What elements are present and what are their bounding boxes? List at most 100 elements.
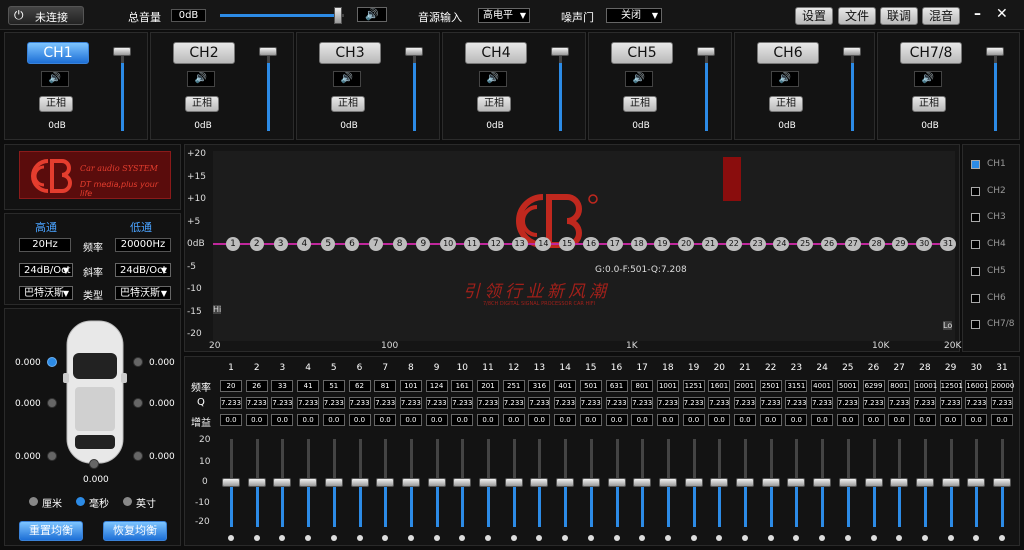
- eq-band-freq-field[interactable]: 401: [554, 380, 577, 392]
- eq-band-freq-field[interactable]: 16001: [965, 380, 989, 392]
- eq-band-gain-field[interactable]: 0.0: [862, 414, 885, 426]
- eq-node[interactable]: 26: [821, 237, 837, 251]
- eq-band-q-field[interactable]: 7.233: [836, 397, 859, 409]
- highpass-freq-field[interactable]: 20Hz: [19, 238, 71, 252]
- eq-band-slider-knob[interactable]: [710, 478, 729, 487]
- channel-select-button[interactable]: CH7/8: [900, 42, 962, 64]
- channel-phase-button[interactable]: 正相: [331, 96, 365, 112]
- channel-level-knob[interactable]: [986, 47, 1004, 56]
- channel-level-track[interactable]: [705, 51, 708, 131]
- speaker-dot-mid-left[interactable]: [47, 398, 57, 408]
- speaker-dot-sub[interactable]: [89, 459, 99, 469]
- eq-band-slider-knob[interactable]: [350, 478, 369, 487]
- eq-band-dot[interactable]: [536, 535, 543, 541]
- channel-mute-button[interactable]: 🔊: [187, 71, 215, 87]
- eq-band-slider-knob[interactable]: [658, 478, 677, 487]
- eq-band-slider-knob[interactable]: [736, 478, 754, 487]
- eq-band-q-field[interactable]: 7.233: [759, 397, 782, 409]
- source-select[interactable]: 高电平 ▼: [478, 8, 530, 23]
- eq-band-freq-field[interactable]: 12501: [939, 380, 963, 392]
- eq-band-gain-field[interactable]: 0.0: [888, 414, 911, 426]
- eq-band-slider-knob[interactable]: [890, 478, 909, 487]
- eq-band-freq-field[interactable]: 26: [245, 380, 268, 392]
- eq-band-gain-field[interactable]: 0.0: [554, 414, 577, 426]
- channel-mute-button[interactable]: 🔊: [914, 71, 942, 87]
- lowpass-slope-select[interactable]: 24dB/Oct ▼: [115, 263, 171, 277]
- eq-band-freq-field[interactable]: 20000: [991, 380, 1014, 392]
- eq-band-freq-field[interactable]: 501: [579, 380, 602, 392]
- eq-node[interactable]: 12: [487, 237, 504, 251]
- eq-band-freq-field[interactable]: 62: [348, 380, 371, 392]
- eq-band-q-field[interactable]: 7.233: [862, 397, 885, 409]
- close-button[interactable]: ✕: [996, 6, 1008, 22]
- eq-node[interactable]: 7: [368, 237, 383, 251]
- eq-band-gain-field[interactable]: 0.0: [425, 414, 448, 426]
- eq-band-slider-knob[interactable]: [299, 478, 318, 487]
- channel-mute-button[interactable]: 🔊: [479, 71, 507, 87]
- speaker-dot-rear-left[interactable]: [47, 451, 57, 461]
- channel-mute-button[interactable]: 🔊: [771, 71, 799, 87]
- channel-level-knob[interactable]: [405, 47, 423, 56]
- eq-band-gain-field[interactable]: 0.0: [220, 414, 242, 426]
- channel-mute-button[interactable]: 🔊: [333, 71, 361, 87]
- unit-cm-radio[interactable]: [29, 497, 38, 506]
- eq-band-freq-field[interactable]: 251: [502, 380, 525, 392]
- eq-band-dot[interactable]: [407, 535, 414, 541]
- highpass-type-select[interactable]: 巴特沃斯 ▼: [19, 286, 73, 300]
- eq-band-dot[interactable]: [819, 535, 826, 541]
- channel-select-button[interactable]: CH1: [27, 42, 89, 64]
- eq-band-dot[interactable]: [973, 535, 980, 541]
- eq-band-gain-field[interactable]: 0.0: [399, 414, 422, 426]
- eq-band-slider-knob[interactable]: [941, 478, 960, 487]
- eq-band-q-field[interactable]: 7.233: [425, 397, 448, 409]
- eq-band-freq-field[interactable]: 51: [322, 380, 345, 392]
- eq-band-q-field[interactable]: 7.233: [656, 397, 679, 409]
- eq-band-dot[interactable]: [330, 535, 337, 541]
- eq-band-freq-field[interactable]: 101: [399, 380, 422, 392]
- eq-band-q-field[interactable]: 7.233: [322, 397, 345, 409]
- eq-node[interactable]: 2: [249, 237, 264, 251]
- channel-checkbox[interactable]: [971, 213, 980, 223]
- eq-band-freq-field[interactable]: 1251: [682, 380, 705, 392]
- eq-band-slider-knob[interactable]: [273, 478, 292, 487]
- minimize-button[interactable]: –: [974, 6, 981, 22]
- eq-band-dot[interactable]: [716, 535, 723, 541]
- eq-band-slider-knob[interactable]: [222, 478, 240, 487]
- eq-band-dot[interactable]: [228, 535, 234, 541]
- eq-band-gain-field[interactable]: 0.0: [631, 414, 654, 426]
- channel-level-knob[interactable]: [259, 47, 277, 56]
- eq-band-dot[interactable]: [844, 535, 851, 541]
- channel-mute-button[interactable]: 🔊: [625, 71, 653, 87]
- eq-band-gain-field[interactable]: 0.0: [811, 414, 834, 426]
- eq-band-slider-knob[interactable]: [427, 478, 446, 487]
- eq-node[interactable]: 16: [583, 237, 599, 251]
- eq-band-gain-field[interactable]: 0.0: [502, 414, 525, 426]
- eq-node[interactable]: 13: [511, 237, 528, 251]
- eq-band-dot[interactable]: [742, 535, 748, 541]
- eq-band-dot[interactable]: [510, 535, 517, 541]
- eq-band-gain-field[interactable]: 0.0: [913, 414, 936, 426]
- eq-node[interactable]: 6: [345, 237, 359, 251]
- channel-phase-button[interactable]: 正相: [39, 96, 73, 112]
- eq-band-q-field[interactable]: 7.233: [965, 397, 988, 409]
- channel-checkbox[interactable]: [971, 293, 980, 303]
- highpass-slope-select[interactable]: 24dB/Oct ▼: [19, 263, 73, 277]
- eq-band-gain-field[interactable]: 0.0: [322, 414, 345, 426]
- eq-band-freq-field[interactable]: 631: [605, 380, 628, 392]
- eq-band-q-field[interactable]: 7.233: [399, 397, 422, 409]
- eq-node[interactable]: 27: [844, 237, 861, 251]
- eq-band-gain-field[interactable]: 0.0: [682, 414, 705, 426]
- noise-gate-select[interactable]: 关闭 ▼: [606, 8, 662, 23]
- eq-band-dot[interactable]: [305, 535, 312, 541]
- channel-phase-button[interactable]: 正相: [912, 96, 946, 112]
- settings-button[interactable]: 设置: [795, 7, 833, 25]
- channel-select-button[interactable]: CH2: [173, 42, 235, 64]
- eq-band-q-field[interactable]: 7.233: [605, 397, 628, 409]
- eq-band-gain-field[interactable]: 0.0: [245, 414, 268, 426]
- eq-band-slider-knob[interactable]: [581, 478, 600, 487]
- eq-band-freq-field[interactable]: 161: [451, 380, 474, 392]
- eq-band-gain-field[interactable]: 0.0: [785, 414, 808, 426]
- channel-checkbox[interactable]: [971, 160, 980, 169]
- eq-band-freq-field[interactable]: 2001: [734, 380, 756, 392]
- eq-band-freq-field[interactable]: 124: [425, 380, 448, 392]
